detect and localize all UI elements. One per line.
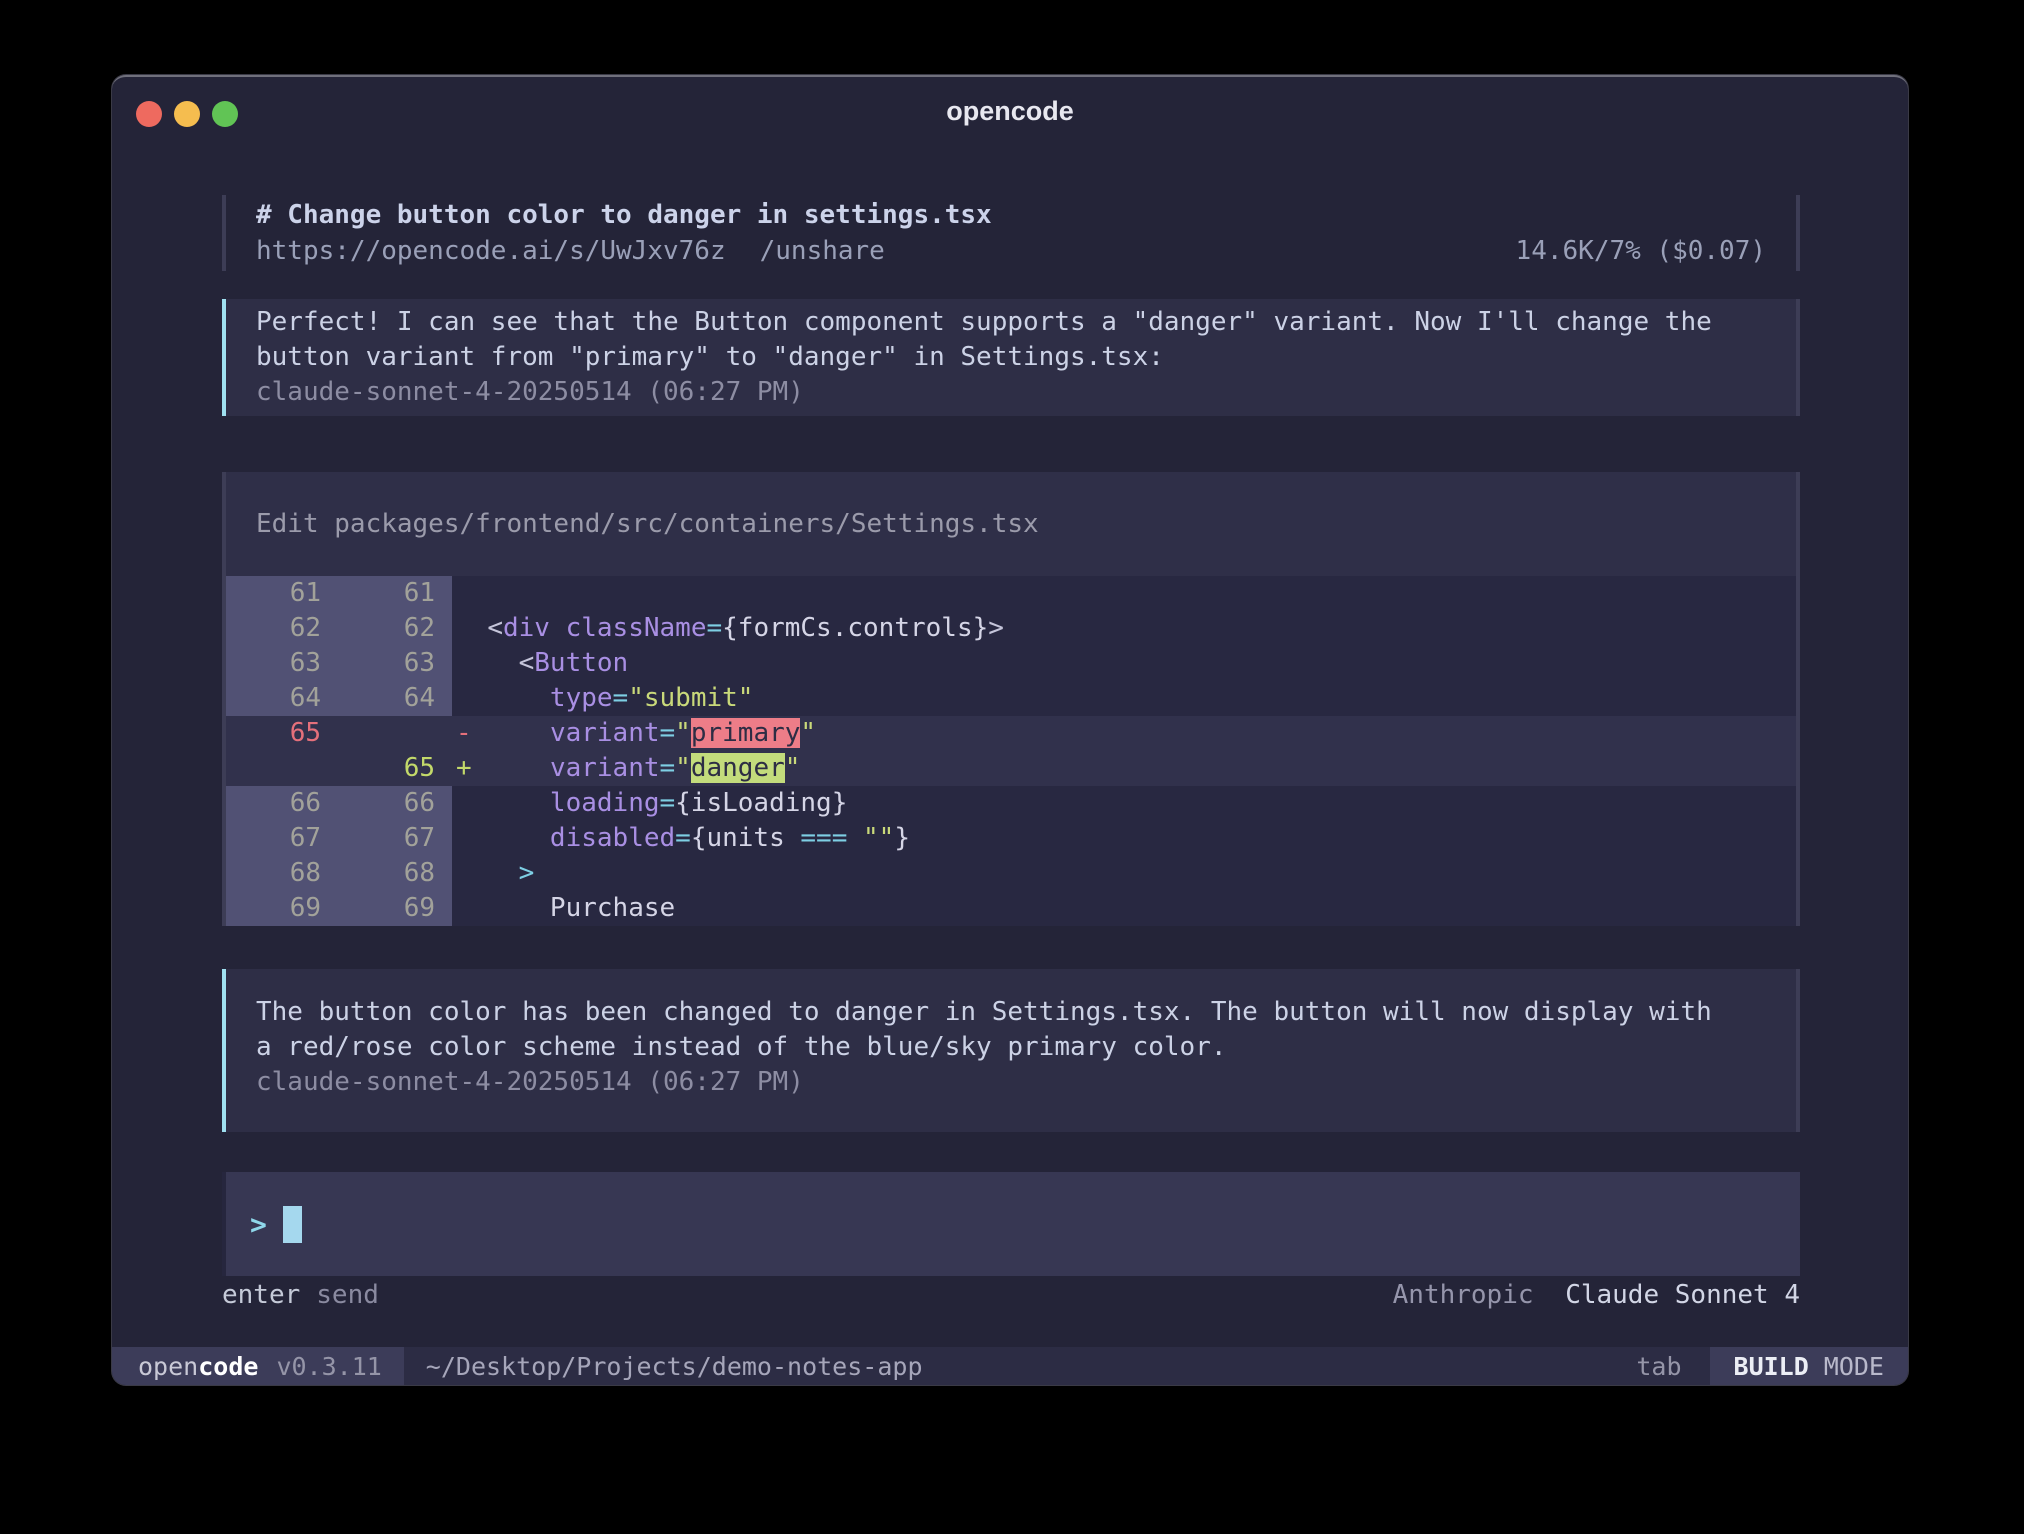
edit-tool-title: Edit packages/frontend/src/containers/Se…	[226, 472, 1796, 576]
diff-line-number-old: 69	[226, 891, 321, 926]
diff-line-number-new: 64	[321, 681, 435, 716]
diff-rows: 61616262 <div className={formCs.controls…	[226, 576, 1796, 926]
diff-line-number-new: 61	[321, 576, 435, 611]
app-version: v0.3.11	[276, 1352, 381, 1381]
diff-line-number-old: 61	[226, 576, 321, 611]
diff-code-line: disabled={units === ""}	[452, 821, 910, 856]
working-directory: ~/Desktop/Projects/demo-notes-app	[426, 1352, 923, 1381]
diff-row: 6868 >	[226, 856, 1796, 891]
provider-label: Anthropic	[1393, 1280, 1534, 1310]
diff-line-number-new: 69	[321, 891, 435, 926]
diff-line-number-old: 65	[226, 716, 321, 751]
desktop: opencode # Change button color to danger…	[0, 0, 2024, 1534]
window-titlebar[interactable]: opencode	[112, 77, 1908, 147]
diff-line-number-old: 63	[226, 646, 321, 681]
send-action-label: send	[316, 1277, 379, 1313]
diff-code-line: + variant="danger"	[452, 751, 800, 786]
app-name-code: code	[198, 1352, 258, 1381]
diff-row: 65 - variant="primary"	[226, 716, 1796, 751]
app-name-open: open	[138, 1352, 198, 1381]
app-badge: opencode v0.3.11	[112, 1347, 404, 1385]
diff-line-number-old: 66	[226, 786, 321, 821]
diff-code-line: type="submit"	[452, 681, 753, 716]
mode-suffix: MODE	[1824, 1352, 1884, 1381]
diff-code-line	[452, 576, 456, 611]
status-bar: opencode v0.3.11 ~/Desktop/Projects/demo…	[112, 1347, 1908, 1385]
diff-row: 6666 loading={isLoading}	[226, 786, 1796, 821]
mode-name: BUILD	[1734, 1352, 1809, 1381]
diff-code-line: <div className={formCs.controls}>	[452, 611, 1004, 646]
diff-line-number-new: 67	[321, 821, 435, 856]
diff-line-number-old: 67	[226, 821, 321, 856]
message-line: button variant from "primary" to "danger…	[256, 340, 1766, 375]
assistant-message: The button color has been changed to dan…	[222, 969, 1800, 1132]
opencode-window: opencode # Change button color to danger…	[112, 75, 1908, 1385]
diff-line-number-old: 64	[226, 681, 321, 716]
diff-line-number-new: 65	[321, 751, 435, 786]
diff-line-number-new: 63	[321, 646, 435, 681]
prompt-input[interactable]: >	[222, 1172, 1800, 1276]
tab-key-hint[interactable]: tab	[1636, 1352, 1681, 1381]
message-line: a red/rose color scheme instead of the b…	[256, 1030, 1766, 1065]
unshare-command[interactable]: /unshare	[760, 233, 885, 269]
diff-line-number-old: 68	[226, 856, 321, 891]
message-line: The button color has been changed to dan…	[256, 995, 1766, 1030]
diff-code-line: >	[452, 856, 534, 891]
diff-code-line: loading={isLoading}	[452, 786, 847, 821]
diff-line-number-old: 62	[226, 611, 321, 646]
diff-line-number-new: 68	[321, 856, 435, 891]
diff-code-line: <Button	[452, 646, 628, 681]
message-line: Perfect! I can see that the Button compo…	[256, 305, 1766, 340]
edit-tool-card: Edit packages/frontend/src/containers/Se…	[222, 472, 1800, 926]
diff-row: 6767 disabled={units === ""}	[226, 821, 1796, 856]
model-label: Claude Sonnet 4	[1565, 1280, 1800, 1310]
text-cursor	[283, 1206, 302, 1243]
session-header: # Change button color to danger in setti…	[222, 195, 1800, 271]
diff-line-number-new	[321, 716, 435, 751]
share-url[interactable]: https://opencode.ai/s/UwJxv76z	[256, 233, 726, 269]
diff-row: 6363 <Button	[226, 646, 1796, 681]
diff-code-line: - variant="primary"	[452, 716, 816, 751]
assistant-message: Perfect! I can see that the Button compo…	[222, 299, 1800, 416]
context-stats: 14.6K/7% ($0.07)	[1516, 233, 1766, 269]
message-meta: claude-sonnet-4-20250514 (06:27 PM)	[256, 375, 1766, 410]
diff-row: 65 + variant="danger"	[226, 751, 1796, 786]
diff-code-line: Purchase	[452, 891, 675, 926]
prompt-chevron-icon: >	[250, 1208, 267, 1241]
message-meta: claude-sonnet-4-20250514 (06:27 PM)	[256, 1065, 1766, 1100]
diff-row: 6161	[226, 576, 1796, 611]
session-title: # Change button color to danger in setti…	[256, 197, 1766, 233]
mode-badge[interactable]: BUILD MODE	[1710, 1347, 1908, 1385]
diff-row: 6464 type="submit"	[226, 681, 1796, 716]
diff-row: 6262 <div className={formCs.controls}>	[226, 611, 1796, 646]
diff-line-number-new: 62	[321, 611, 435, 646]
diff-row: 6969 Purchase	[226, 891, 1796, 926]
diff-line-number-old	[226, 751, 321, 786]
enter-key-hint: enter	[222, 1277, 300, 1313]
diff-line-number-new: 66	[321, 786, 435, 821]
hint-row: enter send Anthropic Claude Sonnet 4	[222, 1277, 1800, 1313]
window-title: opencode	[112, 96, 1908, 127]
